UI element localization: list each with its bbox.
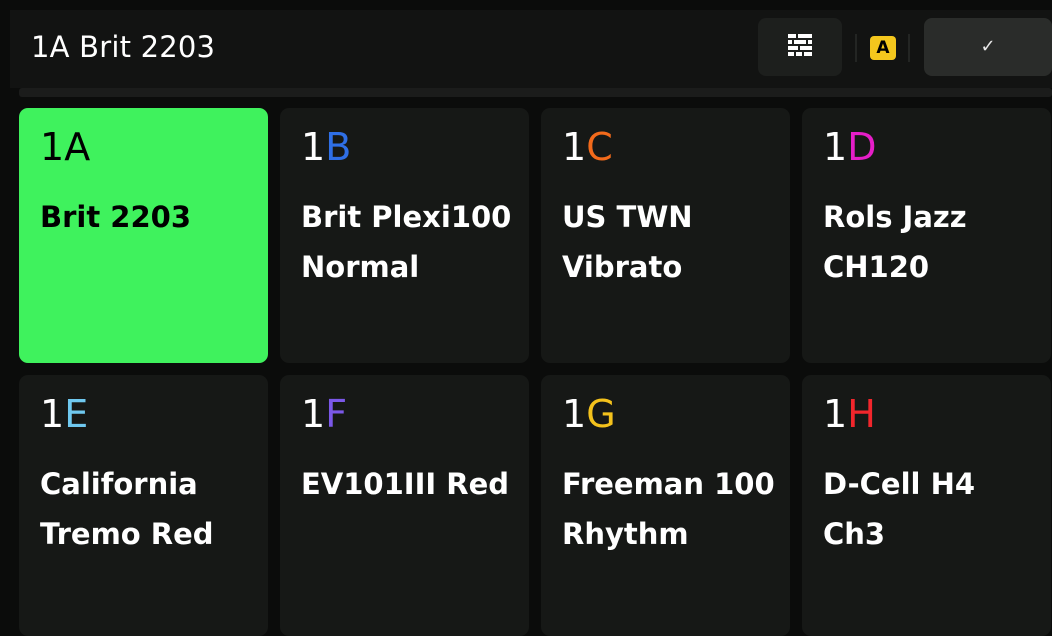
preset-letter: F <box>325 392 348 436</box>
preset-number: 1 <box>301 125 326 169</box>
preset-letter: A <box>64 125 91 169</box>
preset-name: California Tremo Red <box>40 467 214 551</box>
grid-view-button[interactable] <box>758 18 842 76</box>
preset-name: US TWN Vibrato <box>562 200 693 284</box>
preset-number: 1 <box>562 125 587 169</box>
preset-letter: G <box>586 392 616 436</box>
header-divider <box>855 34 857 62</box>
preset-number: 1 <box>823 125 848 169</box>
preset-id: 1B <box>301 125 351 169</box>
preset-name: Brit 2203 <box>40 200 192 234</box>
preset-screen: 1A Brit 2203 A ✓ 1A Brit 2203 1B Brit Pl… <box>0 0 1052 636</box>
preset-tile-1g[interactable]: 1G Freeman 100 Rhythm <box>541 375 790 636</box>
scroll-indicator[interactable] <box>19 88 1052 97</box>
preset-tile-1b[interactable]: 1B Brit Plexi100 Normal <box>280 108 529 363</box>
header-divider <box>908 34 910 62</box>
preset-number: 1 <box>40 125 65 169</box>
preset-name: EV101III Red <box>301 467 510 501</box>
preset-id: 1E <box>40 392 88 436</box>
checkmark-icon: ✓ <box>980 36 996 57</box>
bank-badge[interactable]: A <box>870 36 896 60</box>
preset-name: Freeman 100 Rhythm <box>562 467 775 551</box>
preset-number: 1 <box>562 392 587 436</box>
preset-letter: C <box>586 125 613 169</box>
preset-tile-1c[interactable]: 1C US TWN Vibrato <box>541 108 790 363</box>
preset-id: 1F <box>301 392 347 436</box>
preset-id: 1D <box>823 125 876 169</box>
preset-number: 1 <box>40 392 65 436</box>
preset-letter: E <box>64 392 89 436</box>
preset-id: 1H <box>823 392 876 436</box>
preset-tile-1h[interactable]: 1H D-Cell H4 Ch3 <box>802 375 1051 636</box>
preset-name: D-Cell H4 Ch3 <box>823 467 976 551</box>
preset-letter: H <box>847 392 876 436</box>
confirm-button[interactable]: ✓ <box>924 18 1052 76</box>
header-bar: 1A Brit 2203 A ✓ <box>10 10 1052 88</box>
page-title: 1A Brit 2203 <box>31 30 216 64</box>
preset-tile-1d[interactable]: 1D Rols Jazz CH120 <box>802 108 1051 363</box>
preset-id: 1A <box>40 125 90 169</box>
preset-name: Rols Jazz CH120 <box>823 200 967 284</box>
preset-number: 1 <box>823 392 848 436</box>
preset-tile-1e[interactable]: 1E California Tremo Red <box>19 375 268 636</box>
preset-id: 1C <box>562 125 613 169</box>
preset-letter: D <box>847 125 877 169</box>
preset-number: 1 <box>301 392 326 436</box>
preset-letter: B <box>325 125 352 169</box>
preset-tile-1a[interactable]: 1A Brit 2203 <box>19 108 268 363</box>
preset-id: 1G <box>562 392 616 436</box>
preset-name: Brit Plexi100 Normal <box>301 200 512 284</box>
preset-tile-1f[interactable]: 1F EV101III Red <box>280 375 529 636</box>
grid-icon <box>785 32 815 62</box>
